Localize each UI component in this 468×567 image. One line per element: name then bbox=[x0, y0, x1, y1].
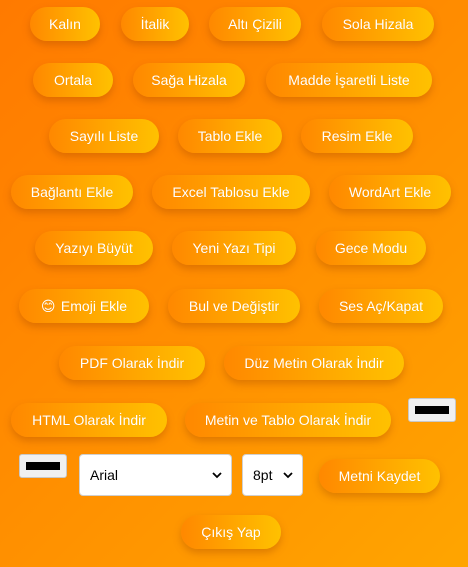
font-family-select[interactable]: Arial bbox=[79, 454, 232, 496]
save-text-button-label: Metni Kaydet bbox=[338, 468, 421, 484]
bulleted-list-button-label: Madde İşaretli Liste bbox=[288, 72, 410, 88]
font-family-value: Arial bbox=[90, 467, 119, 483]
italic-button-label: İtalik bbox=[140, 16, 170, 32]
text-color-picker[interactable] bbox=[408, 398, 456, 422]
underline-button-label: Altı Çizili bbox=[228, 16, 282, 32]
align-left-button-label: Sola Hizala bbox=[342, 16, 414, 32]
chevron-down-icon bbox=[212, 472, 222, 479]
font-size-value: 8pt bbox=[253, 467, 273, 483]
smiley-emoji-icon: 😊 bbox=[40, 298, 56, 314]
sound-toggle-button[interactable]: Ses Aç/Kapat bbox=[319, 289, 443, 323]
background-color-swatch bbox=[26, 462, 60, 470]
center-button[interactable]: Ortala bbox=[33, 63, 113, 97]
add-link-button-label: Bağlantı Ekle bbox=[30, 184, 114, 200]
grow-text-button[interactable]: Yazıyı Büyüt bbox=[35, 231, 153, 265]
find-replace-button[interactable]: Bul ve Değiştir bbox=[168, 289, 300, 323]
download-text-table-button[interactable]: Metin ve Tablo Olarak İndir bbox=[185, 403, 391, 437]
font-size-select[interactable]: 8pt bbox=[242, 454, 303, 496]
save-text-button[interactable]: Metni Kaydet bbox=[319, 459, 440, 493]
download-text-table-button-label: Metin ve Tablo Olarak İndir bbox=[204, 412, 372, 428]
add-excel-table-button[interactable]: Excel Tablosu Ekle bbox=[152, 175, 310, 209]
align-right-button-label: Sağa Hizala bbox=[151, 72, 227, 88]
new-font-button[interactable]: Yeni Yazı Tipi bbox=[172, 231, 296, 265]
align-right-button[interactable]: Sağa Hizala bbox=[133, 63, 245, 97]
add-table-button[interactable]: Tablo Ekle bbox=[178, 119, 282, 153]
bold-button[interactable]: Kalın bbox=[30, 7, 100, 41]
add-image-button[interactable]: Resim Ekle bbox=[301, 119, 413, 153]
editor-toolbar: Kalın İtalik Altı Çizili Sola Hizala Ort… bbox=[0, 0, 468, 567]
find-replace-button-label: Bul ve Değiştir bbox=[188, 298, 280, 314]
bold-button-label: Kalın bbox=[49, 16, 81, 32]
new-font-button-label: Yeni Yazı Tipi bbox=[192, 240, 276, 256]
underline-button[interactable]: Altı Çizili bbox=[209, 7, 301, 41]
add-wordart-button[interactable]: WordArt Ekle bbox=[329, 175, 451, 209]
center-button-label: Ortala bbox=[53, 72, 93, 88]
add-image-button-label: Resim Ekle bbox=[321, 128, 393, 144]
add-excel-table-button-label: Excel Tablosu Ekle bbox=[172, 184, 290, 200]
grow-text-button-label: Yazıyı Büyüt bbox=[55, 240, 133, 256]
night-mode-button-label: Gece Modu bbox=[334, 240, 408, 256]
text-color-swatch bbox=[415, 406, 449, 414]
download-plain-text-button[interactable]: Düz Metin Olarak İndir bbox=[224, 346, 404, 380]
download-plain-text-button-label: Düz Metin Olarak İndir bbox=[244, 355, 384, 371]
download-pdf-button-label: PDF Olarak İndir bbox=[79, 355, 185, 371]
download-pdf-button[interactable]: PDF Olarak İndir bbox=[59, 346, 205, 380]
logout-button-label: Çıkış Yap bbox=[201, 524, 261, 540]
add-emoji-button-label: Emoji Ekle bbox=[60, 298, 128, 314]
align-left-button[interactable]: Sola Hizala bbox=[322, 7, 434, 41]
sound-toggle-button-label: Ses Aç/Kapat bbox=[338, 298, 424, 314]
download-html-button[interactable]: HTML Olarak İndir bbox=[11, 403, 167, 437]
add-emoji-button[interactable]: 😊 Emoji Ekle bbox=[19, 289, 149, 323]
chevron-down-icon bbox=[283, 472, 293, 479]
add-link-button[interactable]: Bağlantı Ekle bbox=[11, 175, 133, 209]
numbered-list-button-label: Sayılı Liste bbox=[69, 128, 139, 144]
bulleted-list-button[interactable]: Madde İşaretli Liste bbox=[266, 63, 432, 97]
italic-button[interactable]: İtalik bbox=[121, 7, 189, 41]
logout-button[interactable]: Çıkış Yap bbox=[181, 515, 281, 549]
download-html-button-label: HTML Olarak İndir bbox=[32, 412, 146, 428]
night-mode-button[interactable]: Gece Modu bbox=[316, 231, 426, 265]
add-wordart-button-label: WordArt Ekle bbox=[348, 184, 432, 200]
numbered-list-button[interactable]: Sayılı Liste bbox=[49, 119, 159, 153]
add-table-button-label: Tablo Ekle bbox=[197, 128, 263, 144]
background-color-picker[interactable] bbox=[19, 454, 67, 478]
